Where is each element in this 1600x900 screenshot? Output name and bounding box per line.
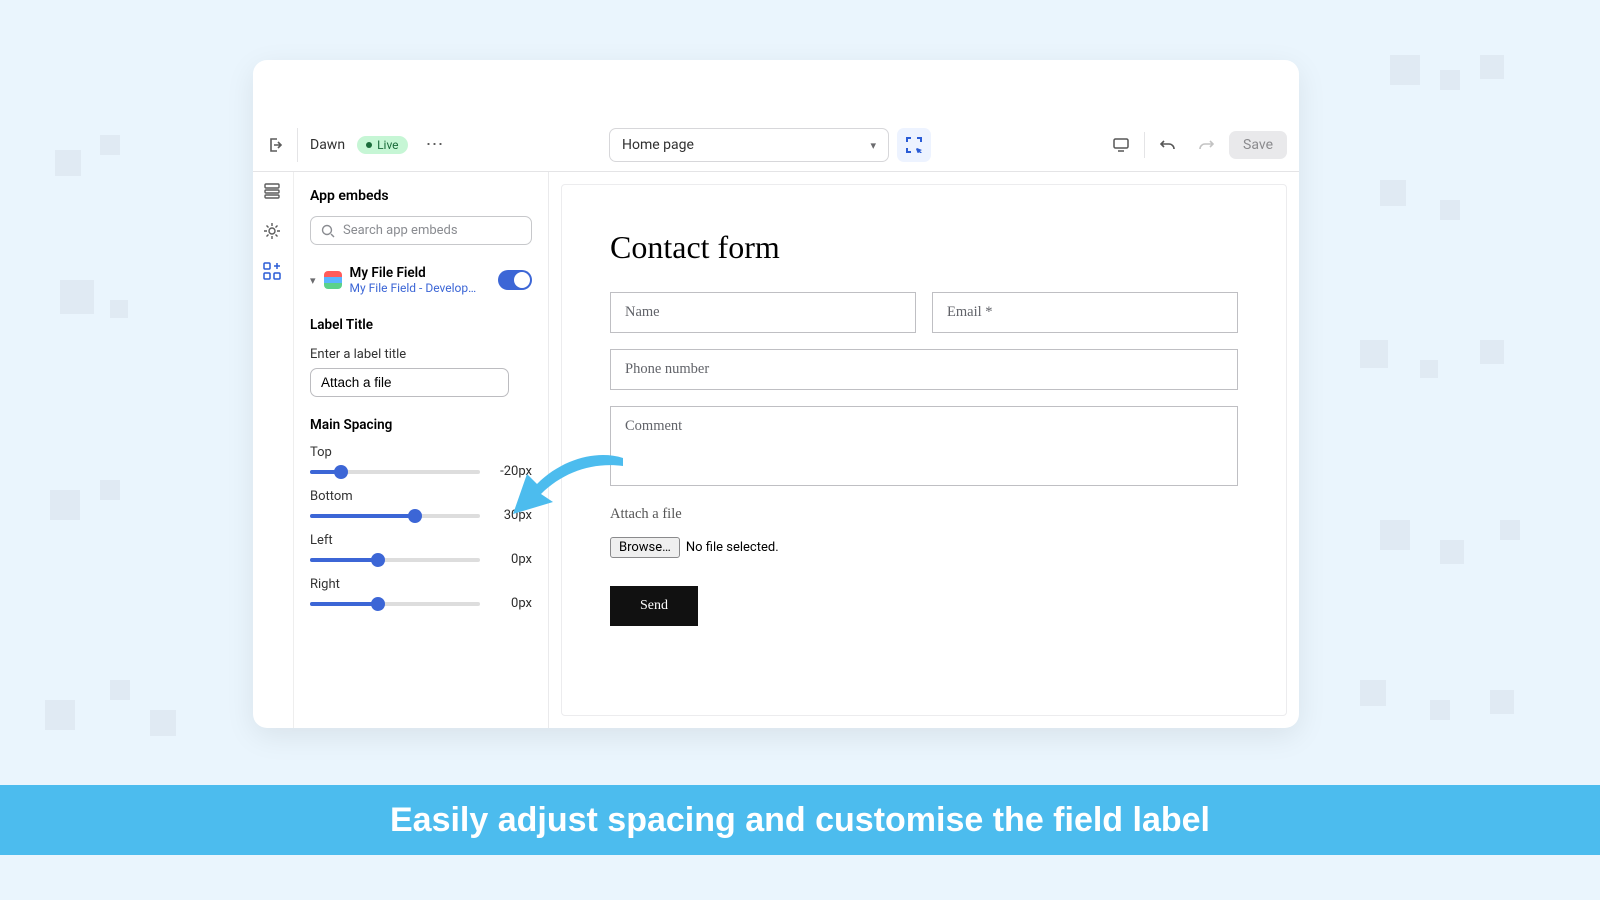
embed-toggle[interactable] [498, 270, 532, 290]
slider-bottom-track[interactable] [310, 514, 480, 518]
slider-bottom-label: Bottom [310, 489, 532, 504]
slider-right-label: Right [310, 577, 532, 592]
desktop-icon[interactable] [1106, 130, 1136, 160]
search-icon [321, 224, 335, 238]
enter-label-text: Enter a label title [294, 339, 548, 366]
app-embeds-icon[interactable] [263, 262, 283, 282]
sidebar: App embeds Search app embeds ▾ My File F… [293, 172, 549, 728]
browse-button[interactable]: Browse… [610, 537, 680, 558]
embed-text: My File Field My File Field - Develop… [350, 265, 490, 295]
slider-left-value: 0px [490, 552, 532, 567]
live-badge: Live [357, 136, 407, 154]
phone-input[interactable]: Phone number [610, 349, 1238, 390]
toolbar-right: Save [1106, 128, 1287, 162]
live-dot-icon [366, 142, 372, 148]
chevron-down-icon: ▾ [870, 139, 876, 152]
inspect-button[interactable] [897, 128, 931, 162]
no-file-text: No file selected. [686, 540, 779, 555]
settings-icon[interactable] [263, 222, 283, 242]
slider-left-track[interactable] [310, 558, 480, 562]
slider-left: Left 0px [294, 527, 548, 571]
search-input[interactable]: Search app embeds [310, 216, 532, 245]
embed-row[interactable]: ▾ My File Field My File Field - Develop… [294, 257, 548, 303]
caption-text: Easily adjust spacing and customise the … [390, 801, 1210, 840]
main-spacing-heading: Main Spacing [294, 403, 548, 439]
embed-name: My File Field [350, 265, 490, 281]
slider-right-track[interactable] [310, 602, 480, 606]
comment-textarea[interactable]: Comment [610, 406, 1238, 486]
search-placeholder: Search app embeds [343, 223, 458, 238]
theme-name[interactable]: Dawn [310, 137, 345, 153]
slider-right-value: 0px [490, 596, 532, 611]
slider-left-label: Left [310, 533, 532, 548]
page-selector-label: Home page [622, 137, 694, 153]
callout-arrow-icon [513, 454, 623, 534]
file-row: Browse… No file selected. [610, 537, 1238, 558]
exit-icon[interactable] [265, 135, 285, 155]
sidebar-title: App embeds [294, 184, 548, 216]
slider-top: Top -20px [294, 439, 548, 483]
form-title: Contact form [610, 229, 1238, 266]
live-label: Live [377, 138, 398, 152]
send-button[interactable]: Send [610, 586, 698, 626]
preview-canvas: Contact form Name Email * Phone number C… [561, 184, 1287, 716]
redo-icon[interactable] [1191, 130, 1221, 160]
slider-bottom: Bottom 30px [294, 483, 548, 527]
page-selector[interactable]: Home page ▾ [609, 128, 889, 162]
app-card: Dawn Live ⋯ Home page ▾ Save [253, 60, 1299, 728]
divider [297, 128, 298, 162]
slider-top-label: Top [310, 445, 532, 460]
slider-top-track[interactable] [310, 470, 480, 474]
slider-right: Right 0px [294, 571, 548, 615]
save-button[interactable]: Save [1229, 131, 1287, 159]
label-title-heading: Label Title [294, 303, 548, 339]
app-icon [324, 271, 342, 289]
attach-label: Attach a file [610, 506, 1238, 523]
divider [1144, 132, 1145, 158]
chevron-down-icon[interactable]: ▾ [310, 274, 316, 287]
undo-icon[interactable] [1153, 130, 1183, 160]
caption-bar: Easily adjust spacing and customise the … [0, 785, 1600, 855]
sections-icon[interactable] [263, 182, 283, 202]
name-input[interactable]: Name [610, 292, 916, 333]
embed-subtitle: My File Field - Develop… [350, 281, 490, 295]
more-icon[interactable]: ⋯ [420, 130, 450, 159]
email-input[interactable]: Email * [932, 292, 1238, 333]
label-title-input[interactable] [310, 368, 509, 397]
left-rail [253, 172, 293, 728]
topbar: Dawn Live ⋯ Home page ▾ Save [253, 118, 1299, 172]
